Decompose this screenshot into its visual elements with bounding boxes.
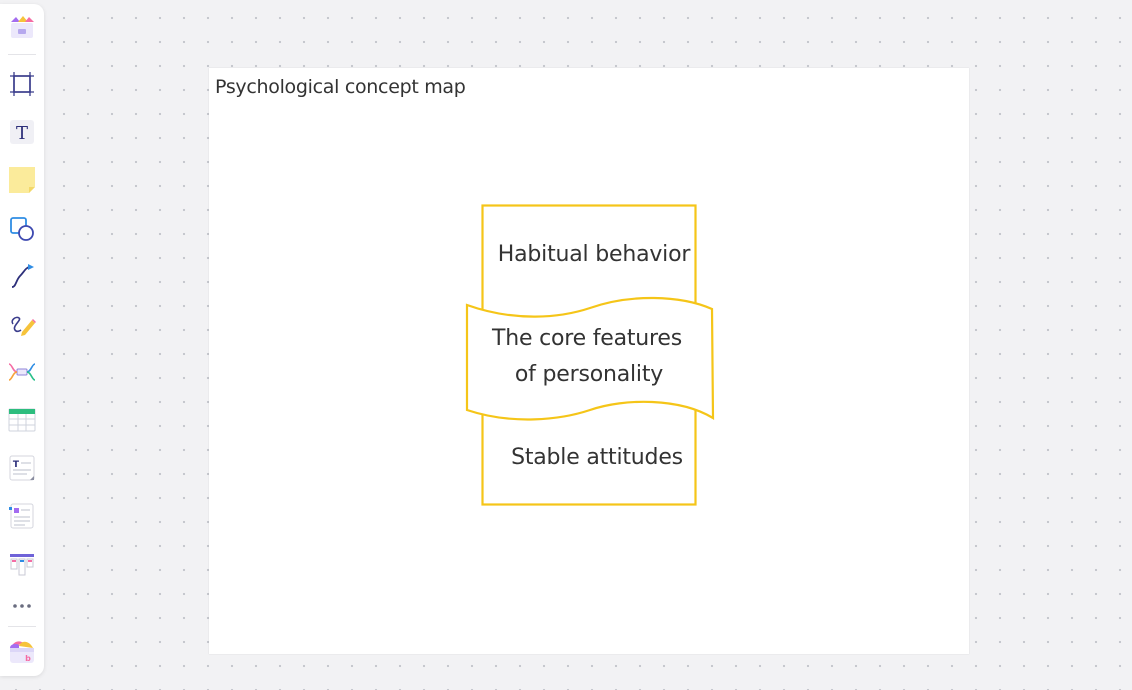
center-node-label-line1[interactable]: The core features xyxy=(467,326,707,351)
bottom-node-label[interactable]: Stable attitudes xyxy=(487,445,707,470)
top-node-label[interactable]: Habitual behavior xyxy=(482,242,706,267)
center-node-shape[interactable] xyxy=(465,296,715,421)
center-node-label-line2[interactable]: of personality xyxy=(469,362,709,387)
